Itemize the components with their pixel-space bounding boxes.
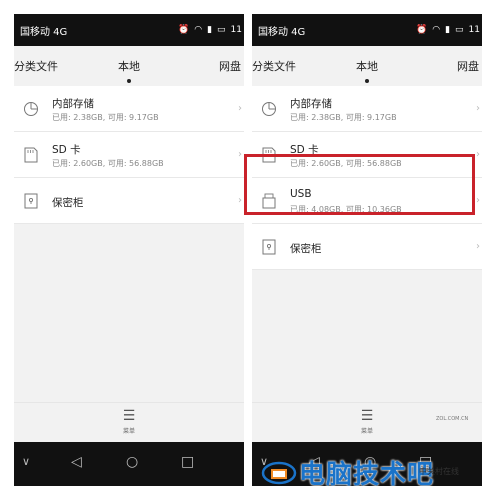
wifi-icon: ◠	[432, 25, 441, 35]
battery-icon: ▭	[217, 25, 226, 35]
watermark-small-text: 中关村在线	[419, 467, 459, 476]
tab-cloud[interactable]: 网盘	[457, 58, 479, 74]
recent-apps-square-icon[interactable]: □	[181, 454, 194, 470]
tab-category-files[interactable]: 分类文件	[252, 58, 296, 74]
tab-local[interactable]: 本地	[356, 58, 378, 74]
battery-icon: ▭	[455, 25, 464, 35]
chevron-right-icon: ›	[238, 103, 242, 114]
item-title: 内部存储	[290, 98, 332, 110]
safe-icon	[261, 239, 277, 255]
hamburger-menu-icon: ☰	[122, 408, 136, 424]
clock-label: 11	[468, 25, 480, 35]
item-usage: 已用: 2.60GB, 可用: 56.88GB	[52, 159, 164, 168]
menu-button[interactable]: ☰ 菜单	[347, 409, 387, 435]
phone-screen-left: 国移动 4G ⏰ ◠ ▮ ▭ 11 分类文件 本地 网盘 内部存储 已用: 2.…	[14, 14, 244, 486]
safe-icon	[23, 193, 39, 209]
watermark-logo-icon	[259, 454, 299, 490]
sd-card-icon	[23, 147, 39, 163]
storage-item-sd-card[interactable]: SD 卡 已用: 2.60GB, 可用: 56.88GB ›	[14, 132, 244, 178]
chevron-right-icon: ›	[476, 103, 480, 114]
chevron-right-icon: ›	[476, 195, 480, 206]
alarm-icon: ⏰	[178, 25, 190, 35]
menu-button[interactable]: ☰ 菜单	[109, 409, 149, 435]
carrier-label: 国移动 4G	[258, 26, 306, 38]
signal-icon: ▮	[207, 25, 213, 35]
zol-watermark: ZOL.COM.CN	[436, 416, 469, 422]
item-usage: 已用: 2.38GB, 可用: 9.17GB	[52, 113, 159, 122]
storage-item-safe[interactable]: 保密柜 ›	[14, 178, 244, 224]
chevron-right-icon: ›	[238, 195, 242, 206]
tab-bar: 分类文件 本地 网盘	[14, 46, 244, 86]
bottom-menu-bar: ☰ 菜单	[252, 402, 482, 442]
status-bar: 国移动 4G ⏰ ◠ ▮ ▭ 11	[252, 14, 482, 46]
chevron-right-icon: ›	[238, 149, 242, 160]
comparison-screenshot: 国移动 4G ⏰ ◠ ▮ ▭ 11 分类文件 本地 网盘 内部存储 已用: 2.…	[0, 0, 497, 497]
storage-item-safe[interactable]: 保密柜 ›	[252, 224, 482, 270]
tab-bar: 分类文件 本地 网盘	[252, 46, 482, 86]
wifi-icon: ◠	[194, 25, 203, 35]
item-title: 保密柜	[52, 197, 84, 209]
item-title: 内部存储	[52, 98, 94, 110]
item-usage: 已用: 2.38GB, 可用: 9.17GB	[290, 113, 397, 122]
signal-icon: ▮	[445, 25, 451, 35]
alarm-icon: ⏰	[416, 25, 428, 35]
tab-category-files[interactable]: 分类文件	[14, 58, 58, 74]
home-circle-icon[interactable]: ○	[126, 454, 138, 470]
chevron-down-icon[interactable]: ∨	[22, 454, 30, 470]
carrier-label: 国移动 4G	[20, 26, 68, 38]
hamburger-menu-icon: ☰	[360, 408, 374, 424]
system-nav-bar: ∨ ◁ ○ □	[14, 442, 244, 486]
back-triangle-icon[interactable]: ◁	[71, 454, 82, 470]
active-tab-indicator	[365, 79, 369, 83]
site-watermark: 电脑技术吧 中关村在线	[259, 448, 497, 496]
pie-chart-icon	[261, 101, 277, 117]
chevron-right-icon: ›	[476, 149, 480, 160]
storage-item-internal[interactable]: 内部存储 已用: 2.38GB, 可用: 9.17GB ›	[252, 86, 482, 132]
menu-label: 菜单	[122, 428, 135, 435]
tab-cloud[interactable]: 网盘	[219, 58, 241, 74]
clock-label: 11	[230, 25, 242, 35]
chevron-right-icon: ›	[476, 241, 480, 252]
usb-highlight-box	[244, 154, 475, 215]
storage-list: 内部存储 已用: 2.38GB, 可用: 9.17GB › SD 卡 已用: 2…	[14, 86, 244, 224]
active-tab-indicator	[127, 79, 131, 83]
tab-local[interactable]: 本地	[118, 58, 140, 74]
pie-chart-icon	[23, 101, 39, 117]
watermark-text: 电脑技术吧	[299, 459, 435, 490]
bottom-menu-bar: ☰ 菜单	[14, 402, 244, 442]
item-title: SD 卡	[52, 144, 81, 156]
storage-item-internal[interactable]: 内部存储 已用: 2.38GB, 可用: 9.17GB ›	[14, 86, 244, 132]
status-bar: 国移动 4G ⏰ ◠ ▮ ▭ 11	[14, 14, 244, 46]
menu-label: 菜单	[360, 428, 373, 435]
item-title: 保密柜	[290, 243, 322, 255]
